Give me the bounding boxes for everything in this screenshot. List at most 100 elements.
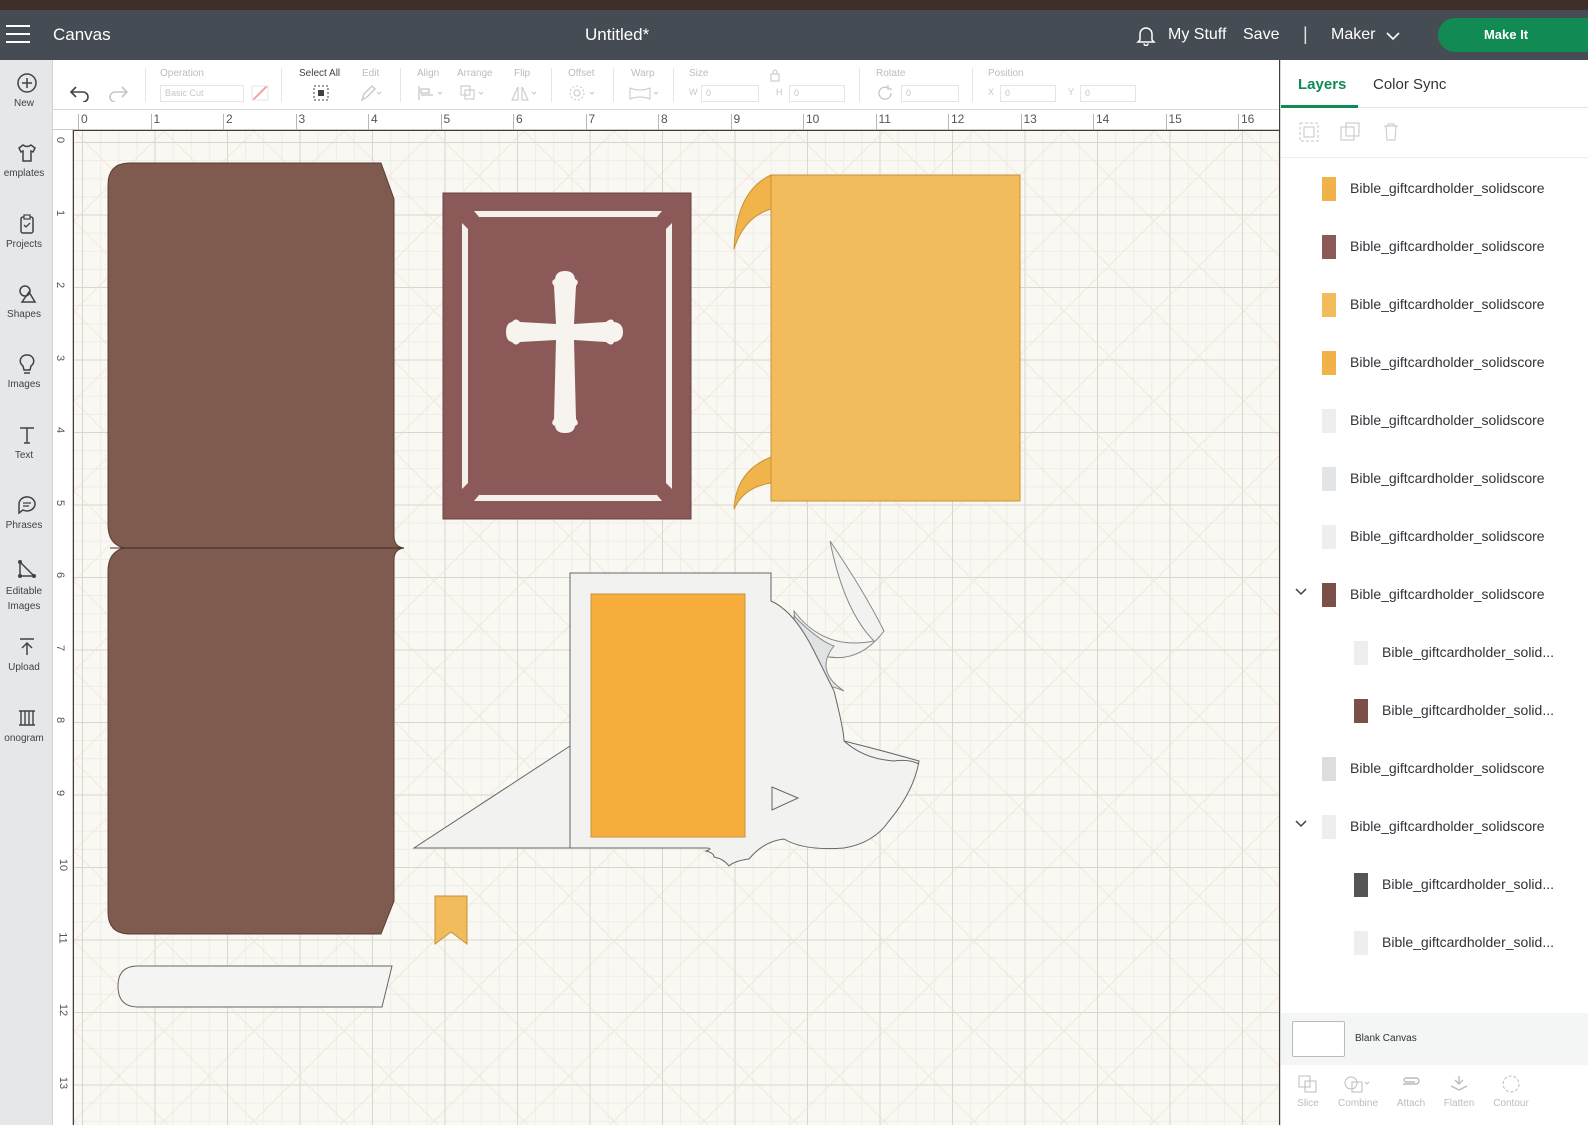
flip-icon[interactable] — [510, 84, 540, 102]
ruler-tick-mark — [78, 114, 79, 130]
ruler-tick-label: 5 — [443, 112, 451, 126]
size-width-input[interactable]: 0 — [701, 85, 759, 102]
slice-button[interactable]: Slice — [1285, 1074, 1331, 1109]
gold-back-piece[interactable] — [733, 174, 1021, 510]
document-title[interactable]: Untitled* — [585, 25, 649, 45]
chevron-down-icon[interactable] — [1295, 820, 1307, 828]
ruler-tick-mark — [513, 114, 514, 130]
layer-thumbnail — [1322, 293, 1336, 317]
offset-icon[interactable] — [568, 84, 598, 102]
ruler-tick-label: 4 — [54, 426, 67, 434]
edit-pencil-icon[interactable] — [359, 84, 383, 102]
ruler-tick-mark — [875, 114, 877, 130]
blank-canvas-swatch[interactable] — [1292, 1021, 1345, 1057]
contour-button[interactable]: Contour — [1488, 1074, 1534, 1109]
layer-row[interactable]: Bible_giftcardholder_solid... — [1281, 624, 1588, 682]
machine-selector[interactable]: Maker — [1331, 26, 1375, 44]
tool-text[interactable]: Text — [0, 424, 53, 461]
combine-icon — [1344, 1076, 1370, 1093]
undo-icon[interactable] — [69, 84, 91, 102]
rotate-icon[interactable] — [876, 84, 896, 102]
tool-templates[interactable]: emplates — [0, 142, 53, 179]
position-y-input[interactable]: 0 — [1080, 85, 1136, 102]
my-stuff-link[interactable]: My Stuff — [1168, 26, 1226, 44]
tool-label: emplates — [3, 168, 45, 179]
bell-icon[interactable] — [1135, 24, 1157, 46]
layer-row[interactable]: Bible_giftcardholder_solidscore — [1281, 160, 1588, 218]
spine-strip-piece[interactable] — [117, 965, 393, 1008]
flatten-button[interactable]: Flatten — [1436, 1074, 1482, 1109]
design-canvas[interactable] — [74, 131, 1279, 1125]
layer-name: Bible_giftcardholder_solidscore — [1350, 528, 1545, 544]
layer-thumbnail — [1322, 409, 1336, 433]
tab-color-sync[interactable]: Color Sync — [1373, 76, 1446, 93]
layer-row[interactable]: Bible_giftcardholder_solidscore — [1281, 508, 1588, 566]
tool-label: Text — [14, 450, 34, 461]
select-all-icon[interactable] — [312, 84, 330, 102]
ruler-tick-label: 9 — [733, 112, 741, 126]
duplicate-icon[interactable] — [1339, 121, 1361, 143]
ruler-tick-label: 13 — [57, 1076, 70, 1089]
rotate-label: Rotate — [876, 68, 906, 79]
layer-row[interactable]: Bible_giftcardholder_solidscore — [1281, 798, 1588, 856]
layer-thumbnail — [1322, 351, 1336, 375]
ruler-tick-label: 6 — [516, 112, 523, 126]
tool-upload[interactable]: Upload — [0, 636, 53, 673]
operation-select[interactable]: Basic Cut — [160, 85, 244, 102]
tab-layers[interactable]: Layers — [1298, 76, 1346, 93]
text-icon — [19, 427, 34, 444]
position-label: Position — [988, 68, 1024, 79]
tool-shapes[interactable]: Shapes — [0, 283, 53, 320]
rotate-input[interactable]: 0 — [901, 85, 959, 102]
warp-label: Warp — [631, 68, 655, 79]
attach-button[interactable]: Attach — [1388, 1074, 1434, 1109]
ruler-tick-mark — [295, 114, 297, 130]
lock-icon[interactable] — [769, 68, 781, 82]
layer-row[interactable]: Bible_giftcardholder_solid... — [1281, 682, 1588, 740]
ruler-tick-mark — [368, 114, 369, 130]
hamburger-menu-icon[interactable] — [6, 25, 30, 45]
chevron-down-icon[interactable] — [1386, 31, 1400, 41]
ruler-tick-label: 10 — [806, 112, 820, 126]
layer-row[interactable]: Bible_giftcardholder_solidscore — [1281, 566, 1588, 624]
layer-row[interactable]: Bible_giftcardholder_solidscore — [1281, 450, 1588, 508]
layer-row[interactable]: Bible_giftcardholder_solidscore — [1281, 218, 1588, 276]
tool-editable-images[interactable]: Editable Images — [0, 558, 53, 614]
chevron-down-icon[interactable] — [1295, 588, 1307, 596]
arrange-label: Arrange — [457, 68, 493, 79]
align-icon[interactable] — [417, 84, 445, 102]
save-button[interactable]: Save — [1243, 26, 1279, 44]
tool-new[interactable]: New — [0, 72, 53, 109]
combine-button[interactable]: Combine — [1335, 1074, 1381, 1109]
blank-canvas-row[interactable]: Blank Canvas — [1281, 1013, 1588, 1065]
layer-row[interactable]: Bible_giftcardholder_solid... — [1281, 914, 1588, 972]
arrange-icon[interactable] — [459, 84, 487, 102]
tool-phrases[interactable]: Phrases — [0, 494, 53, 531]
redo-icon[interactable] — [107, 84, 129, 102]
bible-front-piece[interactable] — [442, 192, 692, 520]
select-all-label[interactable]: Select All — [299, 68, 340, 79]
make-it-button[interactable]: Make It — [1438, 18, 1588, 52]
canvas-artwork — [74, 131, 1279, 1125]
warp-icon[interactable] — [628, 84, 662, 102]
ruler-tick-mark — [948, 114, 949, 130]
ruler-tick-label: 10 — [57, 858, 70, 872]
tool-projects[interactable]: Projects — [0, 213, 53, 250]
layer-row[interactable]: Bible_giftcardholder_solidscore — [1281, 276, 1588, 334]
layer-row[interactable]: Bible_giftcardholder_solid... — [1281, 856, 1588, 914]
layer-row[interactable]: Bible_giftcardholder_solidscore — [1281, 334, 1588, 392]
tool-images[interactable]: Images — [0, 353, 53, 390]
operation-label: Operation — [160, 68, 204, 79]
group-icon[interactable] — [1298, 121, 1320, 143]
brown-cover-piece[interactable] — [107, 162, 405, 935]
layer-row[interactable]: Bible_giftcardholder_solidscore — [1281, 392, 1588, 450]
layer-name: Bible_giftcardholder_solid... — [1382, 702, 1554, 718]
bulb-icon — [19, 354, 34, 374]
layer-thumbnail — [1322, 815, 1336, 839]
layer-row[interactable]: Bible_giftcardholder_solidscore — [1281, 740, 1588, 798]
tool-monogram[interactable]: onogram — [0, 707, 53, 744]
size-height-input[interactable]: 0 — [789, 85, 845, 102]
pen-color-icon[interactable] — [250, 84, 270, 102]
trash-icon[interactable] — [1380, 121, 1402, 143]
position-x-input[interactable]: 0 — [1000, 85, 1056, 102]
